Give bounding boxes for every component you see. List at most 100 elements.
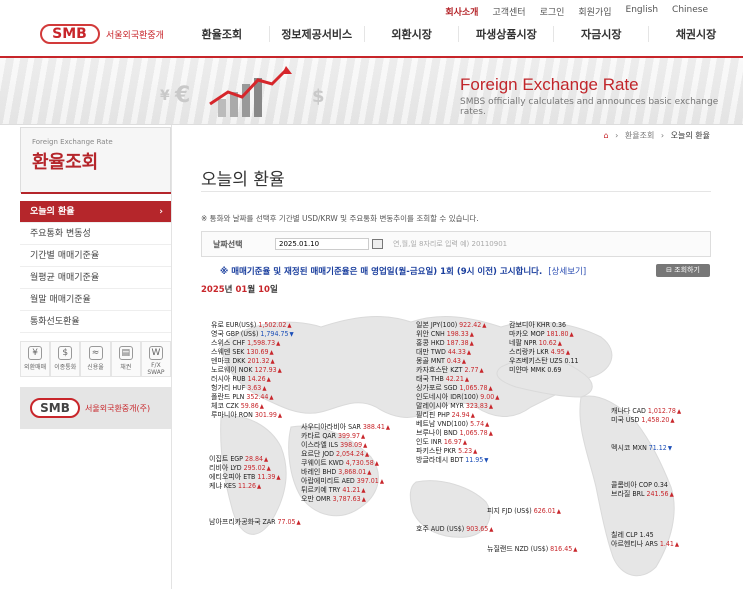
up-arrow-icon: ▲ (287, 322, 292, 329)
down-arrow-icon: ▼ (667, 445, 672, 452)
up-arrow-icon: ▲ (269, 349, 274, 356)
notice-text: ※ 매매기준율 및 재정된 매매기준율은 매 영업일(월-금요일) 1회 (9시… (220, 267, 587, 277)
currency-name: 바레인 BHD (301, 468, 337, 476)
sidebar-banner-logo: SMB (30, 398, 80, 418)
rate-value: 903.65 (466, 525, 489, 533)
sidebar-menu-item[interactable]: 통화선도환율 (20, 311, 171, 333)
view-button[interactable]: ⊟ 조회하기 (656, 264, 710, 277)
quick-link[interactable]: $ 이종통화 (50, 341, 81, 377)
rate-value: 16.97 (443, 438, 462, 446)
up-arrow-icon: ▲ (488, 385, 493, 392)
fx-trade-icon: ¥ (28, 346, 43, 360)
top-link[interactable]: 회원가입 (571, 5, 618, 18)
currency-name: 필리핀 PHP (416, 411, 450, 419)
rate-value: 1,458.20 (641, 416, 670, 424)
top-link[interactable]: 회사소개 (438, 5, 485, 18)
main-nav-item[interactable]: 정보제공서비스 (268, 26, 364, 42)
rate-value: 4,730.58 (345, 459, 374, 467)
rate-item: 방글라데시 BDT 11.95▼ (416, 455, 488, 465)
up-arrow-icon: ▲ (257, 483, 262, 490)
rate-value: 1,598.73 (247, 339, 276, 347)
currency-name: 파키스탄 PKR (416, 447, 457, 455)
rate-value: 71.12 (648, 444, 667, 452)
currency-name: 칠레 CLP (611, 531, 638, 539)
currency-name: 콜롬비아 COP (611, 481, 652, 489)
main-nav-item[interactable]: 자금시장 (553, 26, 648, 42)
sidebar-menu: 오늘의 환율주요통화 변동성기간별 매매기준율월평균 매매기준율월말 매매기준율… (20, 201, 171, 333)
rate-value: 1,065.78 (459, 384, 488, 392)
quick-link[interactable]: W F/X SWAP (140, 341, 172, 377)
top-link[interactable]: English (619, 5, 666, 18)
main-nav-item[interactable]: 채권시장 (648, 26, 743, 42)
rate-value: 59.86 (240, 402, 259, 410)
sidebar-menu-item[interactable]: 기간별 매매기준율 (20, 245, 171, 267)
sidebar-menu-item[interactable]: 월평균 매매기준율 (20, 267, 171, 289)
rate-value: 130.69 (246, 348, 269, 356)
credit-chart-icon: ≈ (88, 346, 103, 360)
rate-value: 11.26 (238, 482, 257, 490)
currency-name: 위안 CNH (416, 330, 445, 338)
fx-swap-icon: W (148, 346, 163, 360)
currency-name: 캄보디아 KHR (509, 321, 551, 329)
up-arrow-icon: ▲ (363, 442, 368, 449)
rate-value: 0.34 (653, 481, 668, 489)
currency-name: 노르웨이 NOK (211, 366, 253, 374)
detail-link[interactable]: [상세보기] (548, 267, 586, 277)
up-arrow-icon: ▲ (466, 349, 471, 356)
currency-name: 말레이시아 MYR (416, 402, 464, 410)
up-arrow-icon: ▲ (470, 412, 475, 419)
logo-text: 서울외국환중개 (106, 30, 164, 41)
calendar-icon[interactable] (372, 239, 383, 249)
up-arrow-icon: ▲ (670, 417, 675, 424)
up-arrow-icon: ▲ (374, 460, 379, 467)
smb-logo[interactable]: SMB 서울외국환중개 (40, 24, 164, 44)
sidebar-menu-item[interactable]: 오늘의 환율 (20, 201, 171, 223)
currency-name: 우즈베키스탄 UZS (509, 357, 563, 365)
top-link[interactable]: 고객센터 (485, 5, 532, 18)
main-nav-item[interactable]: 외환시장 (363, 26, 459, 42)
up-arrow-icon: ▲ (482, 322, 487, 329)
sidebar-menu-item[interactable]: 주요통화 변동성 (20, 223, 171, 245)
up-arrow-icon: ▲ (277, 367, 282, 374)
rate-value: 4.95 (550, 348, 565, 356)
up-arrow-icon: ▲ (385, 424, 391, 431)
rate-value: 5.23 (458, 447, 473, 455)
quick-link[interactable]: ▤ 채권 (110, 341, 141, 377)
main-nav-item[interactable]: 환율조회 (175, 26, 269, 42)
euro-icon: € (175, 83, 191, 108)
rate-value: 241.56 (646, 490, 669, 498)
rate-item: 미얀마 MMK 0.69 (509, 365, 561, 375)
quick-link[interactable]: ≈ 신용율 (80, 341, 111, 377)
up-arrow-icon: ▲ (489, 526, 494, 533)
currency-name: 아랍에미리트 AED (301, 477, 355, 485)
currency-name: 뉴질랜드 NZD (US$) (487, 545, 549, 553)
main-nav-item[interactable]: 파생상품시장 (458, 26, 553, 42)
rate-value: 201.32 (247, 357, 270, 365)
date-select-label: 날짜선택 (213, 239, 243, 249)
currency-name: 튀르키예 TRY (301, 486, 341, 494)
up-arrow-icon: ▲ (479, 367, 484, 374)
sidebar-menu-item[interactable]: 월말 매매기준율 (20, 289, 171, 311)
up-arrow-icon: ▲ (495, 394, 500, 401)
rate-value: 323.83 (465, 402, 488, 410)
up-arrow-icon: ▲ (270, 358, 275, 365)
currency-name: 이스라엘 ILS (301, 441, 339, 449)
currency-name: 스위스 CHF (211, 339, 246, 347)
currency-name: 일본 JPY(100) (416, 321, 458, 329)
sidebar-banner[interactable]: SMB 서울외국환중개(주) (20, 387, 171, 429)
currency-name: 에티오피아 ETB (209, 473, 256, 481)
up-arrow-icon: ▲ (473, 448, 478, 455)
top-link[interactable]: Chinese (665, 5, 715, 18)
top-link[interactable]: 로그인 (533, 5, 572, 18)
up-arrow-icon: ▲ (557, 340, 562, 347)
currency-name: 헝가리 HUF (211, 384, 246, 392)
quick-link[interactable]: ¥ 외환매매 (20, 341, 51, 377)
up-arrow-icon: ▲ (676, 408, 682, 415)
currency-name: 미얀마 MMK (509, 366, 546, 374)
date-input[interactable] (275, 238, 369, 250)
breadcrumb-item[interactable]: 환율조회 (625, 131, 654, 140)
quick-links: ¥ 외환매매 $ 이종통화 ≈ 신용율 ▤ 채권 W F/X SWAP (20, 341, 172, 377)
home-icon[interactable]: ⌂ (604, 131, 609, 140)
up-arrow-icon: ▲ (361, 487, 366, 494)
rate-value: 1,065.78 (459, 429, 488, 437)
